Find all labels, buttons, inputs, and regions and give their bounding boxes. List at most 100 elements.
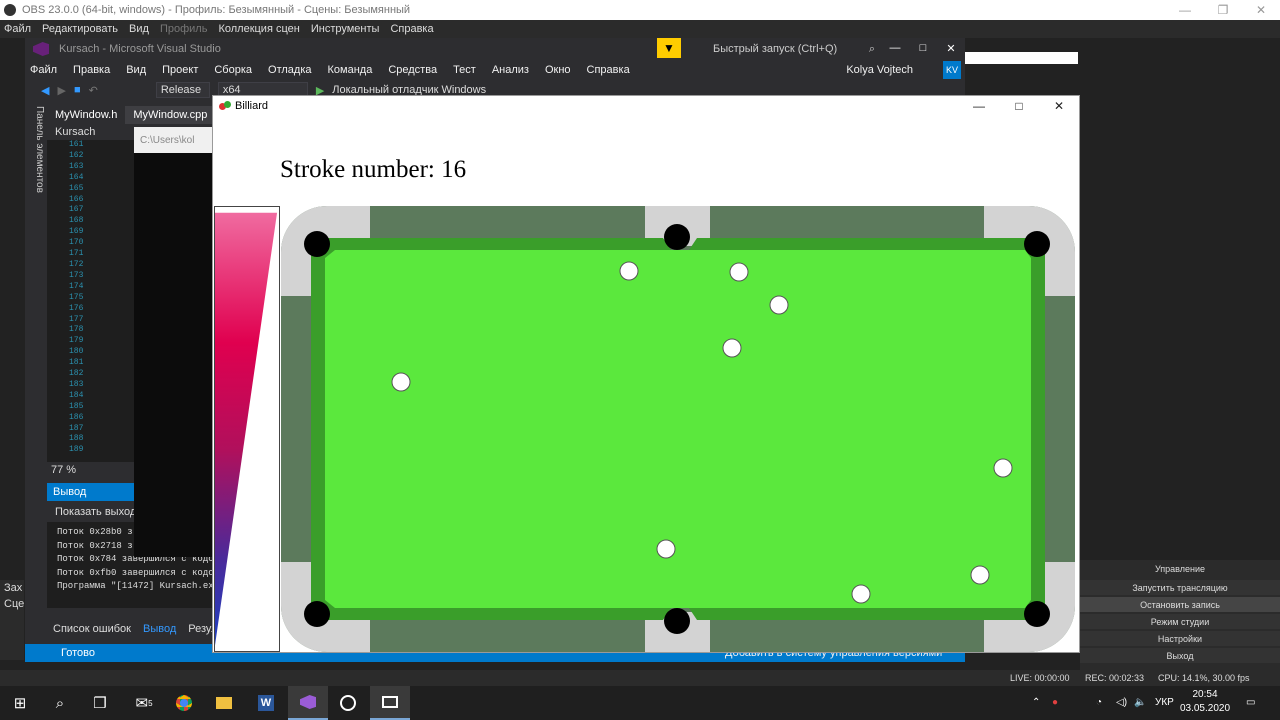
- obs-menu-item[interactable]: Профиль: [160, 23, 208, 35]
- vs-menu-item[interactable]: Отладка: [268, 64, 311, 76]
- obs-menu-item[interactable]: Файл: [4, 23, 31, 35]
- vs-menu-item[interactable]: Анализ: [492, 64, 529, 76]
- settings-button[interactable]: Настройки: [1080, 631, 1280, 646]
- volume-icon-2[interactable]: 🔈: [1134, 697, 1146, 708]
- billiard-window: Billiard — □ ✕ Stroke number: 16: [212, 95, 1080, 653]
- quick-launch-input[interactable]: Быстрый запуск (Ctrl+Q) ⌕: [689, 40, 879, 58]
- obs-title-bar: OBS 23.0.0 (64-bit, windows) - Профиль: …: [0, 0, 1280, 20]
- billiard-app-taskbar-icon[interactable]: [370, 686, 410, 720]
- pocket: [304, 231, 330, 257]
- undo-icon[interactable]: ↶: [89, 84, 98, 97]
- billiard-ball[interactable]: [729, 262, 749, 282]
- pocket: [1024, 601, 1050, 627]
- stop-recording-button[interactable]: Остановить запись: [1080, 597, 1280, 612]
- obs-menu-bar: Файл Редактировать Вид Профиль Коллекция сце…: [0, 20, 1280, 38]
- tab-error-list[interactable]: Список ошибок: [47, 621, 137, 637]
- filter-icon[interactable]: ▼: [657, 38, 681, 58]
- pocket: [664, 224, 690, 250]
- language-indicator[interactable]: УКР: [1155, 697, 1174, 708]
- exit-button[interactable]: Выход: [1080, 648, 1280, 663]
- billiard-ball[interactable]: [993, 458, 1013, 478]
- volume-icon[interactable]: ◁): [1116, 697, 1127, 708]
- status-text: Готово: [61, 647, 95, 659]
- obs-controls-dock: Управление Запустить трансляцию Останови…: [1080, 560, 1280, 670]
- word-icon[interactable]: W: [246, 686, 286, 720]
- vs-menu-item[interactable]: Команда: [328, 64, 373, 76]
- visual-studio-icon[interactable]: [288, 686, 328, 720]
- network-icon[interactable]: ◔: [1096, 697, 1102, 708]
- vs-menu-item[interactable]: Проект: [162, 64, 198, 76]
- start-streaming-button[interactable]: Запустить трансляцию: [1080, 580, 1280, 595]
- billiard-close-icon[interactable]: ✕: [1039, 96, 1079, 116]
- stroke-counter: Stroke number: 16: [280, 156, 467, 183]
- save-icon[interactable]: ■: [74, 84, 81, 96]
- billiard-ball[interactable]: [970, 565, 990, 585]
- user-name[interactable]: Kolya Vojtech: [846, 64, 913, 76]
- obs-menu-item[interactable]: Инструменты: [311, 23, 380, 35]
- background-window-edge: [965, 52, 1078, 64]
- billiard-ball[interactable]: [769, 295, 789, 315]
- pocket: [1024, 231, 1050, 257]
- billiard-ball[interactable]: [391, 372, 411, 392]
- clock[interactable]: 20:54 03.05.2020: [1175, 688, 1235, 716]
- mail-icon[interactable]: ✉ 5: [124, 686, 164, 720]
- obs-menu-item[interactable]: Вид: [129, 23, 149, 35]
- editor-tabs: MyWindow.h MyWindow.cpp: [47, 106, 216, 124]
- zoom-value: 77 %: [51, 464, 77, 476]
- search-icon[interactable]: ⌕: [40, 686, 80, 720]
- notifications-icon[interactable]: ▭: [1246, 697, 1255, 708]
- vs-menu-item[interactable]: Окно: [545, 64, 571, 76]
- obs-menu-item[interactable]: Редактировать: [42, 23, 118, 35]
- vs-minimize-icon[interactable]: —: [881, 38, 909, 58]
- start-icon[interactable]: ⊞: [0, 686, 40, 720]
- tab-mywindow-cpp[interactable]: MyWindow.cpp: [125, 106, 216, 124]
- forward-icon[interactable]: ▶: [57, 84, 65, 97]
- billiard-ball[interactable]: [656, 539, 676, 559]
- studio-mode-button[interactable]: Режим студии: [1080, 614, 1280, 629]
- billiard-minimize-icon[interactable]: —: [959, 96, 999, 116]
- vs-menu-item[interactable]: Вид: [126, 64, 146, 76]
- mail-badge: 5: [148, 698, 153, 708]
- vs-title-bar: Kursach - Microsoft Visual Studio ▼ Быст…: [25, 38, 965, 60]
- obs-title-text: OBS 23.0.0 (64-bit, windows) - Профиль: …: [22, 4, 411, 16]
- obs-menu-item[interactable]: Справка: [390, 23, 433, 35]
- vs-menu-item[interactable]: Файл: [30, 64, 57, 76]
- vs-menu-item[interactable]: Средства: [388, 64, 437, 76]
- console-title: C:\Users\kol: [134, 127, 214, 153]
- billiard-table[interactable]: [279, 206, 1079, 652]
- obs-menu-item[interactable]: Коллекция сцен: [218, 23, 299, 35]
- back-icon[interactable]: ◀: [41, 84, 49, 97]
- billiard-ball[interactable]: [619, 261, 639, 281]
- chrome-icon[interactable]: [164, 686, 204, 720]
- obs-close-icon[interactable]: ✕: [1242, 0, 1280, 20]
- tray-chevron-icon[interactable]: ⌃: [1032, 697, 1040, 708]
- rec-time: REC: 00:02:33: [1085, 673, 1145, 683]
- file-explorer-icon[interactable]: [204, 686, 244, 720]
- output-line: Программа "[11472] Kursach.exe: [57, 581, 220, 591]
- clock-date: 03.05.2020: [1179, 703, 1231, 714]
- console-window: C:\Users\kol: [134, 127, 214, 557]
- billiard-ball[interactable]: [722, 338, 742, 358]
- vs-close-icon[interactable]: ✕: [937, 38, 965, 58]
- tab-output[interactable]: Вывод: [137, 621, 182, 637]
- billiard-ball[interactable]: [851, 584, 871, 604]
- obs-maximize-icon[interactable]: ❐: [1204, 0, 1242, 20]
- tray-app-icon[interactable]: ●: [1052, 697, 1058, 708]
- vs-menu-item[interactable]: Справка: [587, 64, 630, 76]
- project-name: Kursach: [55, 126, 96, 138]
- felt: [325, 250, 1031, 608]
- vs-maximize-icon[interactable]: □: [909, 38, 937, 58]
- avatar[interactable]: KV: [943, 61, 961, 79]
- vs-menu-item[interactable]: Тест: [453, 64, 476, 76]
- billiard-maximize-icon[interactable]: □: [999, 96, 1039, 116]
- vs-menu-item[interactable]: Сборка: [214, 64, 252, 76]
- toolbox-panel-tab[interactable]: Панель элементов: [25, 100, 45, 640]
- vs-menu-bar: Файл Правка Вид Проект Сборка Отладка Команда С…: [25, 60, 965, 80]
- obs-minimize-icon[interactable]: —: [1166, 0, 1204, 20]
- config-select[interactable]: Release: [155, 82, 210, 98]
- task-view-icon[interactable]: ❒: [80, 686, 120, 720]
- obs-icon[interactable]: [328, 686, 368, 720]
- vs-menu-item[interactable]: Правка: [73, 64, 110, 76]
- controls-header: Управление: [1154, 564, 1206, 574]
- tab-mywindow-h[interactable]: MyWindow.h: [47, 106, 125, 124]
